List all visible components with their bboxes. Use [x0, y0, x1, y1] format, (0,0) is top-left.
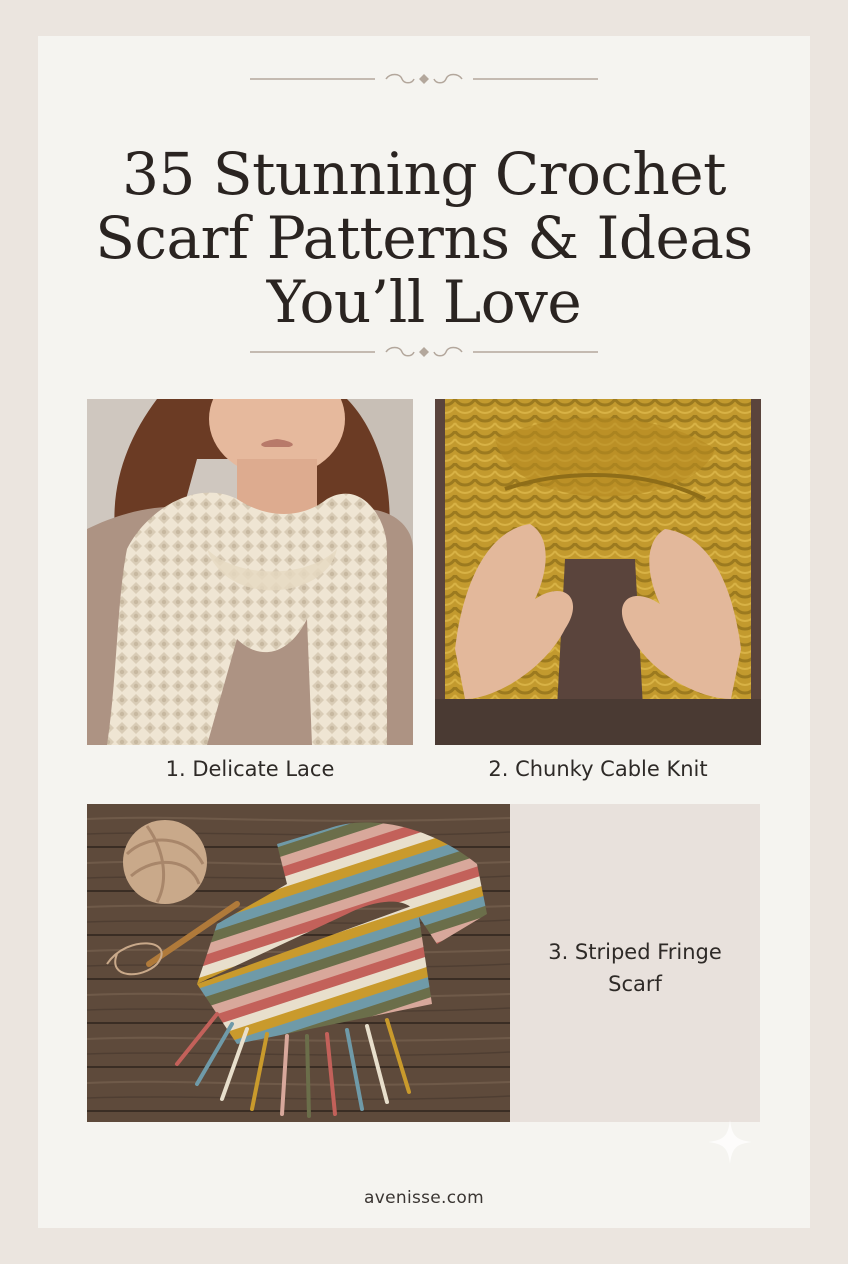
sparkle-icon [708, 1120, 752, 1164]
caption-line: Scarf [608, 972, 662, 996]
striped-fringe-scarf-photo [87, 804, 510, 1122]
pin-card: 35 Stunning Crochet Scarf Patterns & Ide… [38, 36, 810, 1228]
item-caption-3: 3. Striped Fringe Scarf [510, 936, 760, 1000]
divider-flourish-icon [250, 73, 598, 84]
lace-scarf-photo [87, 399, 413, 745]
title-line: You’ll Love [266, 268, 582, 336]
cable-knit-scarf-photo [435, 399, 761, 745]
caption-line: 3. Striped Fringe [548, 940, 722, 964]
item-caption-1: 1. Delicate Lace [165, 757, 335, 781]
footer-url[interactable]: avenisse.com [38, 1188, 810, 1208]
item-caption-2: 2. Chunky Cable Knit [488, 757, 708, 781]
page-title: 35 Stunning Crochet Scarf Patterns & Ide… [38, 142, 810, 334]
title-line: 35 Stunning Crochet [122, 140, 726, 208]
title-line: Scarf Patterns & Ideas [95, 204, 753, 272]
caption-panel: 3. Striped Fringe Scarf [510, 804, 760, 1122]
divider-flourish-icon [250, 346, 598, 357]
